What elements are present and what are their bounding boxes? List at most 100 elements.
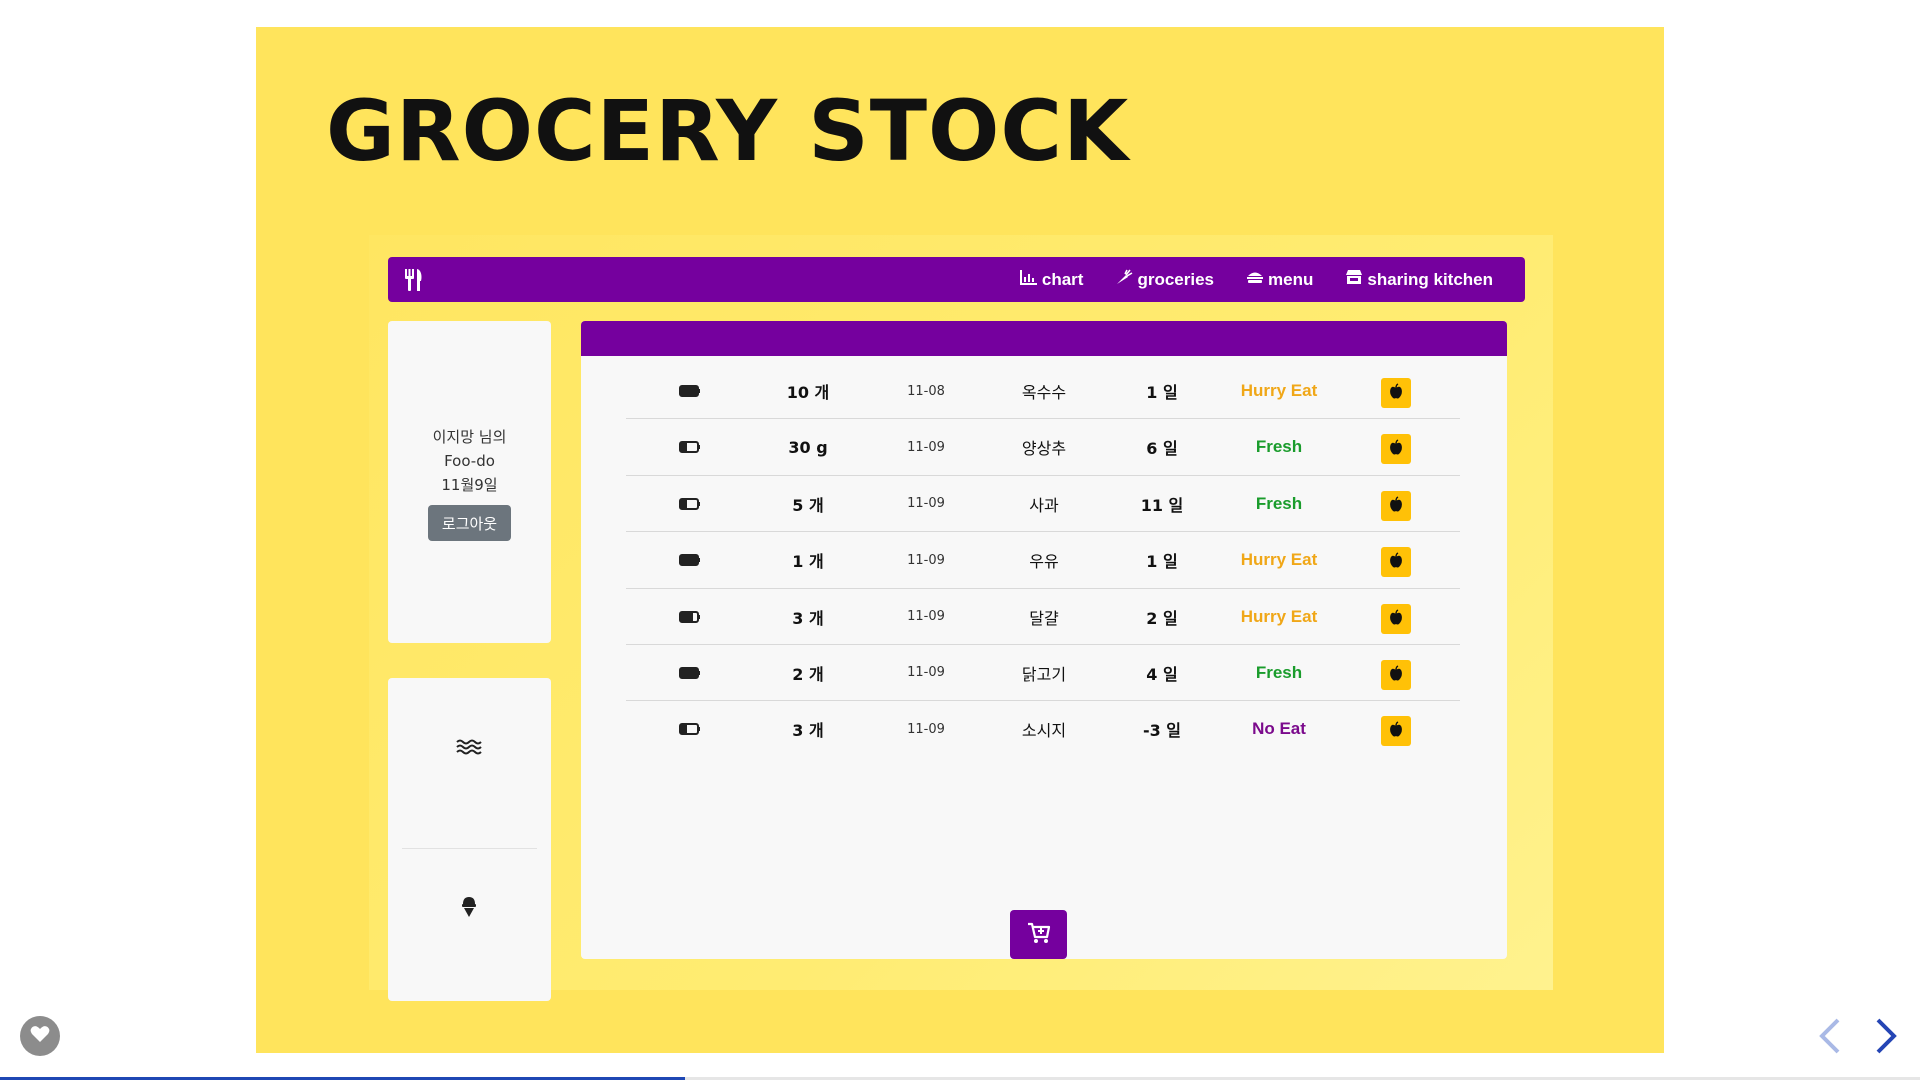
slide: GROCERY STOCK chart groceries menu shari… <box>256 27 1664 1053</box>
eat-button[interactable] <box>1381 547 1411 578</box>
current-date: 11월9일 <box>441 476 498 494</box>
purchase-date: 11-09 <box>907 665 945 681</box>
battery-icon <box>679 532 701 588</box>
days-left: 1 일 <box>1146 552 1178 572</box>
nav-item-label: menu <box>1268 269 1314 289</box>
quantity: 5 개 <box>792 495 824 515</box>
table-row: 1 개 11-09 우유 1 일 Hurry Eat <box>626 532 1460 589</box>
item-name: 소시지 <box>1021 721 1067 741</box>
item-name: 옥수수 <box>1021 383 1067 402</box>
app-name: Foo-do <box>444 452 495 470</box>
apple-icon <box>1389 496 1403 516</box>
status-badge: Hurry Eat <box>1240 381 1318 400</box>
status-badge: No Eat <box>1252 719 1306 739</box>
eat-button-cell <box>1381 645 1411 701</box>
table-row: 30 g 11-09 양상추 6 일 Fresh <box>626 419 1460 476</box>
apple-icon <box>1389 552 1403 572</box>
days-left: 4 일 <box>1146 664 1178 684</box>
table-row: 2 개 11-09 닭고기 4 일 Fresh <box>626 645 1460 702</box>
status-badge: Hurry Eat <box>1240 606 1318 626</box>
apple-icon <box>1389 383 1403 403</box>
nav-menu: chart groceries menu sharing kitchen <box>1019 257 1493 302</box>
days-left: 11 일 <box>1140 495 1184 515</box>
water-waves-icon[interactable] <box>456 734 482 760</box>
stock-panel-header <box>581 321 1507 356</box>
next-slide-button[interactable] <box>1872 1016 1900 1056</box>
purchase-date: 11-09 <box>907 496 945 512</box>
carrot-icon <box>1115 269 1133 290</box>
item-name: 사과 <box>1029 495 1059 515</box>
table-row: 5 개 11-09 사과 11 일 Fresh <box>626 476 1460 533</box>
battery-icon <box>679 645 701 701</box>
eat-button[interactable] <box>1381 603 1411 634</box>
battery-icon <box>679 701 701 757</box>
quantity: 30 g <box>788 437 828 457</box>
battery-icon <box>679 476 701 532</box>
item-name: 달걀 <box>1029 608 1059 628</box>
eat-button-cell <box>1381 532 1411 588</box>
days-left: 1 일 <box>1146 383 1178 402</box>
nav-item-sharing-kitchen[interactable]: sharing kitchen <box>1345 269 1493 290</box>
quantity: 1 개 <box>792 552 824 572</box>
battery-icon <box>679 363 701 419</box>
nav-item-groceries[interactable]: groceries <box>1115 269 1214 290</box>
stock-table: 10 개 11-08 옥수수 1 일 Hurry Eat 30 g 11-09 양상추 6 일 F… <box>626 363 1460 758</box>
nav-item-label: sharing kitchen <box>1367 269 1493 289</box>
status-badge: Fresh <box>1255 437 1303 457</box>
eat-button[interactable] <box>1381 378 1411 408</box>
quantity: 2 개 <box>792 664 824 684</box>
status-badge: Fresh <box>1255 662 1303 682</box>
tools-card <box>388 678 551 1001</box>
chevron-right-icon <box>1872 1018 1900 1060</box>
purchase-date: 11-09 <box>907 439 945 455</box>
table-row: 3 개 11-09 소시지 -3 일 No Eat <box>626 701 1460 757</box>
nav-item-label: chart <box>1041 269 1084 289</box>
item-name: 우유 <box>1029 552 1059 572</box>
eat-button-cell <box>1381 419 1411 475</box>
eat-button[interactable] <box>1381 490 1411 521</box>
quantity: 3 개 <box>792 721 824 741</box>
ice-cream-icon[interactable] <box>456 894 482 920</box>
apple-icon <box>1389 608 1403 629</box>
apple-icon <box>1389 439 1403 459</box>
add-to-cart-button[interactable] <box>1010 910 1067 959</box>
status-badge: Fresh <box>1255 493 1303 513</box>
hamburger-icon <box>1246 269 1264 290</box>
nav-item-chart[interactable]: chart <box>1019 269 1084 290</box>
table-row: 10 개 11-08 옥수수 1 일 Hurry Eat <box>626 363 1460 420</box>
like-button[interactable] <box>20 1016 60 1056</box>
quantity: 10 개 <box>786 383 830 402</box>
app-screenshot: chart groceries menu sharing kitchen 이지망… <box>369 235 1553 1001</box>
days-left: -3 일 <box>1142 721 1182 741</box>
heart-icon <box>30 1025 50 1047</box>
days-left: 6 일 <box>1146 439 1178 459</box>
utensils-icon[interactable] <box>404 269 424 291</box>
user-info: 이지망 님의 Foo-do 11월9일 <box>388 425 551 497</box>
previous-slide-button[interactable] <box>1816 1016 1844 1056</box>
user-card: 이지망 님의 Foo-do 11월9일 로그아웃 <box>388 321 551 643</box>
store-icon <box>1345 269 1363 290</box>
status-badge: Hurry Eat <box>1240 550 1318 570</box>
apple-icon <box>1389 665 1403 685</box>
days-left: 2 일 <box>1146 608 1178 628</box>
table-row: 3 개 11-09 달걀 2 일 Hurry Eat <box>626 589 1460 645</box>
nav-item-label: groceries <box>1137 269 1215 289</box>
tools-divider <box>402 848 537 849</box>
navbar: chart groceries menu sharing kitchen <box>388 257 1525 302</box>
purchase-date: 11-09 <box>907 721 945 737</box>
eat-button[interactable] <box>1381 659 1411 690</box>
chevron-left-icon <box>1816 1018 1844 1060</box>
user-greeting: 이지망 님의 <box>432 428 507 446</box>
item-name: 양상추 <box>1021 439 1067 459</box>
logout-button[interactable]: 로그아웃 <box>428 505 511 541</box>
purchase-date: 11-09 <box>907 552 945 568</box>
eat-button[interactable] <box>1381 716 1411 747</box>
battery-icon <box>679 589 701 645</box>
quantity: 3 개 <box>792 608 824 628</box>
stock-panel: 10 개 11-08 옥수수 1 일 Hurry Eat 30 g 11-09 양상추 6 일 F… <box>581 321 1507 959</box>
eat-button-cell <box>1381 589 1411 645</box>
nav-item-menu[interactable]: menu <box>1246 269 1313 290</box>
cart-plus-icon <box>1027 922 1051 948</box>
apple-icon <box>1389 721 1403 741</box>
eat-button[interactable] <box>1381 434 1411 465</box>
